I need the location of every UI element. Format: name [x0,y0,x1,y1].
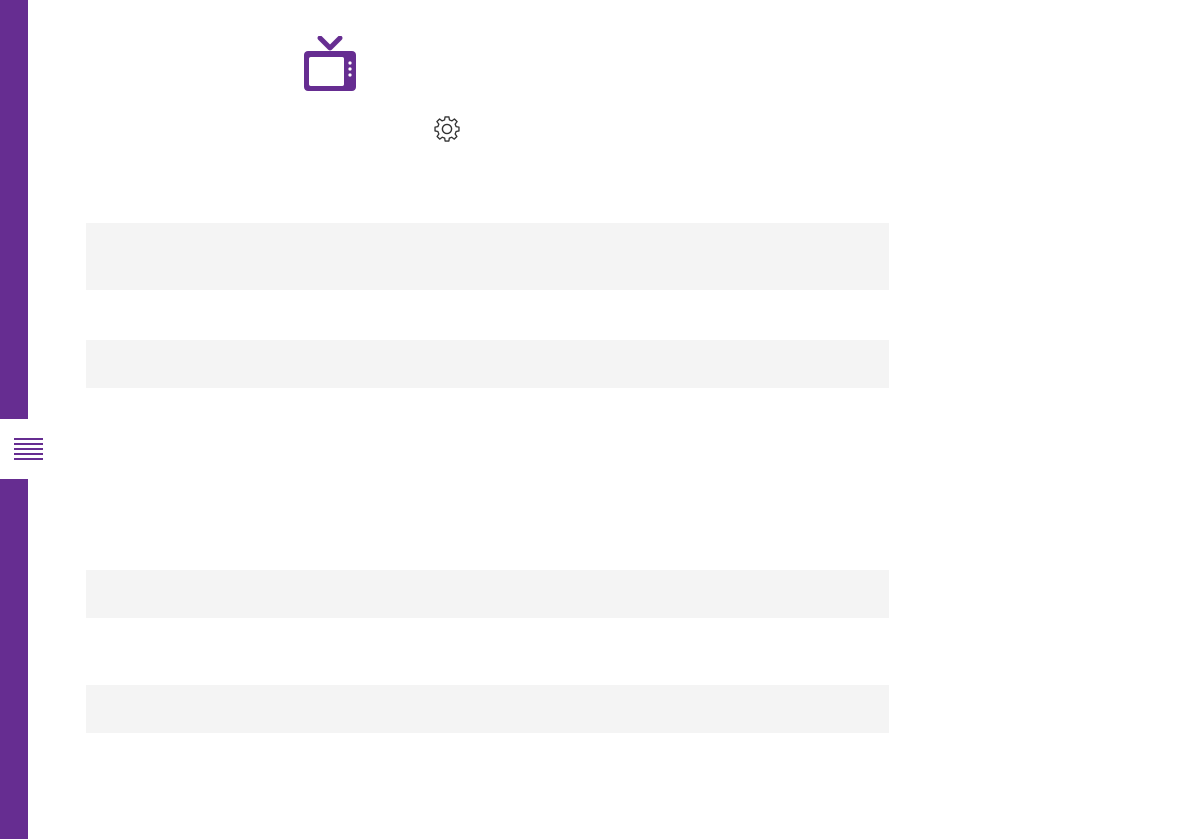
content-placeholder [86,340,889,388]
hamburger-menu-icon [14,438,43,460]
gear-icon[interactable] [433,115,461,143]
app-root [0,0,1191,839]
tv-icon [304,36,356,91]
content-placeholder [86,570,889,618]
content-placeholder [86,223,889,290]
content-placeholder [86,685,889,733]
menu-toggle-button[interactable] [0,419,56,479]
